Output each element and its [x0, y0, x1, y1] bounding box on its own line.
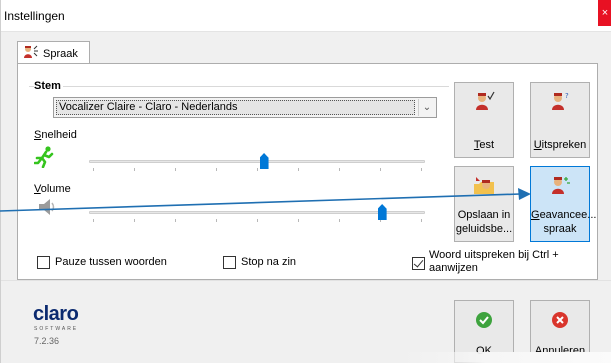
svg-text:?: ?	[565, 92, 569, 100]
slider-tick	[93, 219, 94, 222]
window-title: Instellingen	[4, 9, 65, 23]
settings-dialog: Instellingen × Spraak Stem Vocalizer Cla…	[0, 0, 611, 363]
slider-tick	[93, 168, 94, 171]
pause-words-checkbox[interactable]	[37, 256, 50, 269]
advanced-speech-icon	[549, 175, 571, 198]
slider-tick	[339, 168, 340, 171]
cancel-x-icon	[551, 311, 569, 332]
checkmark-icon	[475, 311, 493, 332]
advanced-speech-label: Geavancee... spraak	[531, 209, 597, 235]
group-divider	[29, 86, 449, 87]
stop-sentence-checkbox[interactable]	[223, 256, 236, 269]
slider-tick	[175, 168, 176, 171]
volume-slider-ticks	[93, 219, 422, 222]
stop-sentence-label: Stop na zin	[241, 256, 297, 268]
version-label: 7.2.36	[34, 336, 60, 346]
slider-tick	[339, 219, 340, 222]
tab-strip: Spraak	[17, 41, 598, 65]
slider-tick	[257, 219, 258, 222]
speed-label: Snelheid	[34, 129, 77, 141]
speed-slider-track[interactable]	[89, 160, 425, 163]
speaker-icon	[37, 196, 59, 221]
speak-button[interactable]: ? Uitspreken	[530, 82, 590, 158]
voice-dropdown-value: Vocalizer Claire - Claro - Nederlands	[56, 100, 415, 115]
title-bar: Instellingen ×	[1, 0, 611, 32]
voice-dropdown[interactable]: Vocalizer Claire - Claro - Nederlands ⌄	[53, 97, 437, 118]
advanced-speech-button[interactable]: Geavancee... spraak	[530, 166, 597, 242]
slider-tick	[134, 219, 135, 222]
close-button[interactable]: ×	[598, 0, 611, 26]
speak-voice-icon: ?	[549, 91, 571, 114]
volume-label: Volume	[34, 183, 71, 195]
claro-logo: claro	[33, 303, 79, 325]
slider-tick	[421, 168, 422, 171]
slider-tick	[175, 219, 176, 222]
slider-tick	[216, 219, 217, 222]
pause-words-label: Pauze tussen woorden	[55, 256, 167, 268]
speak-ctrl-checkbox[interactable]	[412, 257, 425, 270]
test-button[interactable]: Test	[454, 82, 514, 158]
test-voice-icon	[473, 91, 495, 114]
tab-label: Spraak	[43, 47, 78, 60]
slider-tick	[380, 168, 381, 171]
speak-ctrl-label: Woord uitspreken bij Ctrl + aanwijzen	[429, 249, 559, 274]
slider-tick	[298, 219, 299, 222]
runner-icon	[33, 146, 56, 171]
tab-spraak[interactable]: Spraak	[17, 41, 90, 65]
claro-logo-subtitle: SOFTWARE	[34, 326, 79, 332]
slider-tick	[216, 168, 217, 171]
chevron-down-icon[interactable]: ⌄	[418, 99, 435, 116]
save-audio-button[interactable]: Opslaan in geluidsbe...	[454, 166, 514, 242]
test-button-label: Test	[473, 139, 495, 151]
footer-divider	[1, 280, 611, 281]
volume-slider-track[interactable]	[89, 211, 425, 214]
save-audio-label: Opslaan in geluidsbe...	[455, 209, 513, 235]
slider-tick	[257, 168, 258, 171]
slider-tick	[134, 168, 135, 171]
voice-group-label: Stem	[34, 80, 63, 92]
image-fade-overlay	[401, 352, 611, 363]
speak-button-label: Uitspreken	[533, 139, 587, 151]
save-audio-icon	[472, 175, 496, 198]
speaker-person-icon	[23, 45, 39, 62]
slider-tick	[298, 168, 299, 171]
slider-tick	[421, 219, 422, 222]
speed-slider-ticks	[93, 168, 422, 171]
